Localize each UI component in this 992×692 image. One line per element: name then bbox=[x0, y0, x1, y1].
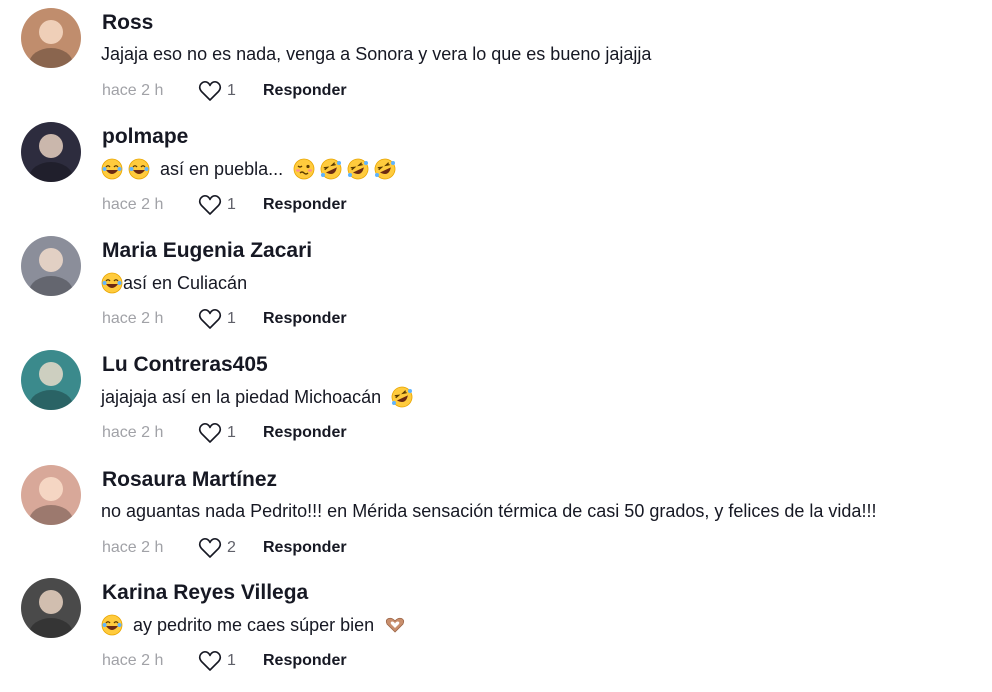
comment-item: Rosaura Martínez no aguantas nada Pedrito… bbox=[0, 457, 992, 571]
like-button[interactable]: 1 bbox=[198, 650, 253, 672]
comment-timestamp: hace 2 h bbox=[102, 310, 164, 327]
comment-text-segment: no aguantas nada Pedrito!!! en Mérida se… bbox=[101, 501, 877, 521]
comment-timestamp: hace 2 h bbox=[102, 82, 164, 99]
comment-timestamp: hace 2 h bbox=[102, 196, 164, 213]
reply-button[interactable]: Responder bbox=[263, 196, 347, 214]
reply-button[interactable]: Responder bbox=[263, 539, 347, 557]
heart-hands-emoji-icon bbox=[384, 614, 406, 636]
comment-text: jajajaja así en la piedad Michoacán bbox=[101, 386, 413, 408]
like-button[interactable]: 1 bbox=[198, 80, 253, 102]
heart-icon[interactable] bbox=[198, 194, 222, 216]
like-count: 1 bbox=[227, 652, 236, 669]
like-count: 2 bbox=[227, 539, 236, 556]
comment-username[interactable]: Rosaura Martínez bbox=[102, 468, 277, 492]
comment-text-segment: así en puebla... bbox=[150, 158, 294, 179]
comment-timestamp: hace 2 h bbox=[102, 539, 164, 556]
heart-icon[interactable] bbox=[198, 422, 222, 444]
laughing-emoji-icon bbox=[101, 158, 123, 180]
laughing-emoji-icon bbox=[101, 272, 123, 294]
comment-text: Jajaja eso no es nada, venga a Sonora y … bbox=[101, 44, 651, 65]
avatar[interactable] bbox=[21, 122, 81, 182]
comment-timestamp: hace 2 h bbox=[102, 652, 164, 669]
comment-meta: hace 2 h 1 Responder bbox=[102, 192, 347, 218]
comment-text-segment: así en Culiacán bbox=[123, 272, 248, 293]
like-count: 1 bbox=[227, 424, 236, 441]
comment-text-segment: ay pedrito me caes súper bien bbox=[123, 614, 385, 635]
comment-username[interactable]: Lu Contreras405 bbox=[102, 353, 268, 377]
comment-item: polmape así en puebla... hace 2 h 1 Respon… bbox=[0, 114, 992, 228]
comment-text-segment: Jajaja eso no es nada, venga a Sonora y … bbox=[101, 44, 652, 64]
like-count: 1 bbox=[227, 310, 236, 327]
reply-button[interactable]: Responder bbox=[263, 424, 347, 442]
heart-icon[interactable] bbox=[198, 80, 222, 102]
avatar[interactable] bbox=[21, 350, 81, 410]
heart-icon[interactable] bbox=[198, 308, 222, 330]
rofl-emoji-icon bbox=[347, 158, 369, 180]
comment-username[interactable]: Maria Eugenia Zacari bbox=[102, 239, 312, 263]
like-button[interactable]: 2 bbox=[198, 537, 253, 559]
heart-icon[interactable] bbox=[198, 650, 222, 672]
like-button[interactable]: 1 bbox=[198, 194, 253, 216]
comment-meta: hace 2 h 1 Responder bbox=[102, 648, 347, 674]
comment-username[interactable]: Karina Reyes Villega bbox=[102, 581, 308, 605]
avatar[interactable] bbox=[21, 236, 81, 296]
comment-meta: hace 2 h 1 Responder bbox=[102, 78, 347, 104]
comment-item: Ross Jajaja eso no es nada, venga a Sonor… bbox=[0, 0, 992, 114]
like-button[interactable]: 1 bbox=[198, 422, 253, 444]
like-count: 1 bbox=[227, 82, 236, 99]
rofl-emoji-icon bbox=[320, 158, 342, 180]
laughing-emoji-icon bbox=[128, 158, 150, 180]
like-count: 1 bbox=[227, 196, 236, 213]
comment-item: Maria Eugenia Zacari así en Culiacán hace … bbox=[0, 228, 992, 342]
comment-meta: hace 2 h 1 Responder bbox=[102, 420, 347, 446]
comment-text: así en puebla... bbox=[101, 158, 396, 180]
rofl-emoji-icon bbox=[374, 158, 396, 180]
comment-text: así en Culiacán bbox=[101, 272, 247, 294]
comment-text: ay pedrito me caes súper bien bbox=[101, 614, 406, 636]
heart-icon[interactable] bbox=[198, 537, 222, 559]
laughing-emoji-icon bbox=[101, 614, 123, 636]
avatar[interactable] bbox=[21, 8, 81, 68]
reply-button[interactable]: Responder bbox=[263, 652, 347, 670]
comment-text-segment: jajajaja así en la piedad Michoacán bbox=[101, 386, 392, 407]
comment-username[interactable]: polmape bbox=[102, 125, 188, 149]
comment-meta: hace 2 h 2 Responder bbox=[102, 535, 347, 561]
comment-item: Karina Reyes Villega ay pedrito me caes … bbox=[0, 570, 992, 684]
reply-button[interactable]: Responder bbox=[263, 310, 347, 328]
comment-text: no aguantas nada Pedrito!!! en Mérida se… bbox=[101, 501, 876, 522]
comment-timestamp: hace 2 h bbox=[102, 424, 164, 441]
comment-username[interactable]: Ross bbox=[102, 11, 153, 35]
avatar[interactable] bbox=[21, 465, 81, 525]
reply-button[interactable]: Responder bbox=[263, 82, 347, 100]
avatar[interactable] bbox=[21, 578, 81, 638]
comment-meta: hace 2 h 1 Responder bbox=[102, 306, 347, 332]
rofl-emoji-icon bbox=[391, 386, 413, 408]
like-button[interactable]: 1 bbox=[198, 308, 253, 330]
woozy-emoji-icon bbox=[293, 158, 315, 180]
comment-item: Lu Contreras405 jajajaja así en la piedad… bbox=[0, 342, 992, 456]
